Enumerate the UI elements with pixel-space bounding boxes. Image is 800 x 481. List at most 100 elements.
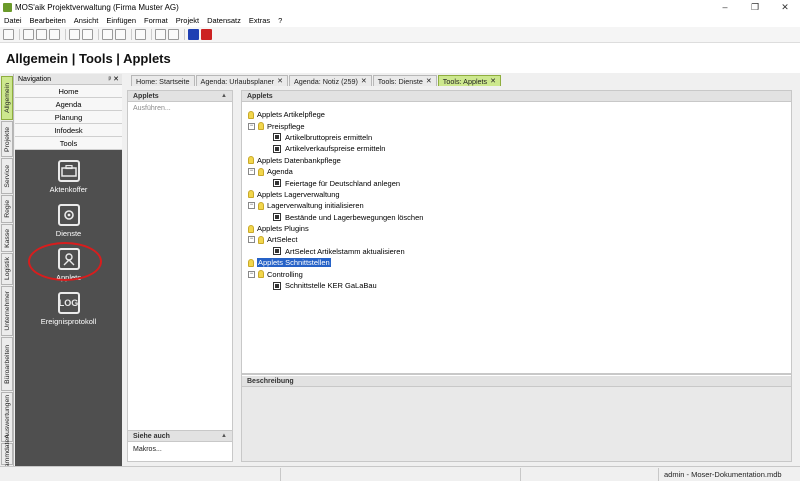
tree-node-label: Agenda [267,167,293,177]
menu-einfuegen[interactable]: Einfügen [106,16,136,25]
menu-ansicht[interactable]: Ansicht [74,16,99,25]
print-preview-icon[interactable] [36,29,47,40]
tree-node-folder[interactable]: − Agenda [242,166,791,177]
context-panel: Applets ▲ Ausführen... Siehe auch ▲ Makr… [127,90,233,462]
tab-home-startseite[interactable]: Home: Startseite [131,75,195,86]
module-tab-service[interactable]: Service [1,158,13,194]
tree-node-label: ArtSelect [267,235,298,245]
menu-projekt[interactable]: Projekt [176,16,199,25]
close-tab-icon[interactable]: ✕ [490,77,496,85]
close-tab-icon[interactable]: ✕ [361,77,367,85]
module-tab-regie[interactable]: Regie [1,195,13,223]
collapse-icon[interactable]: − [248,122,255,130]
bulb-icon [258,270,264,279]
collapse-icon[interactable]: − [248,236,255,244]
tree-node-applet[interactable]: Bestände und Lagerbewegungen löschen [242,212,791,223]
module-tabs: Allgemein Projekte Service Regie Kasse L… [0,74,14,473]
menu-help[interactable]: ? [278,16,282,25]
tab-tools-applets[interactable]: Tools: Applets ✕ [437,75,502,86]
macros-link[interactable]: Makros... [128,442,232,457]
nav-button-planung[interactable]: Planung [15,111,122,124]
bulb-icon [258,167,264,176]
tree-node-folder[interactable]: − ArtSelect [242,234,791,245]
run-action-link[interactable]: Ausführen... [128,102,232,115]
menu-datei[interactable]: Datei [4,16,22,25]
see-also-title: Siehe auch [133,432,170,440]
tree-node-folder[interactable]: − Lagerverwaltung initialisieren [242,200,791,211]
nav-button-tools[interactable]: Tools [15,137,122,150]
tab-tools-dienste[interactable]: Tools: Dienste ✕ [372,75,437,86]
nav-item-aktenkoffer[interactable]: Aktenkoffer [15,160,122,194]
tree-node-applet[interactable]: ArtSelect Artikelstamm aktualisieren [242,246,791,257]
menu-extras[interactable]: Extras [249,16,270,25]
new-icon[interactable] [3,29,14,40]
maximize-button[interactable]: ❐ [740,0,770,14]
tree-node-folder[interactable]: Applets Plugins [242,223,791,234]
tree-node-label: Feiertage für Deutschland anlegen [285,178,401,188]
module-tab-kasse[interactable]: Kasse [1,224,13,252]
tree-node-label: Applets Artikelpflege [257,110,325,120]
collapse-icon[interactable]: − [248,168,255,176]
menu-bearbeiten[interactable]: Bearbeiten [30,16,66,25]
applets-panel: Applets Applets Artikelpflege − Preispfle… [241,90,792,462]
bulb-icon [248,258,254,267]
delete-icon[interactable] [155,29,166,40]
collapse-arrow-icon[interactable]: ▲ [221,433,227,439]
toolbar-separator [65,29,66,40]
applets-panel-header: Applets [242,91,791,102]
tree-node-folder[interactable]: Applets Lagerverwaltung [242,189,791,200]
user-red-icon[interactable] [201,29,212,40]
tree-node-label: ArtSelect Artikelstamm aktualisieren [285,246,405,256]
module-tab-projekte[interactable]: Projekte [1,121,13,157]
refresh-icon[interactable] [168,29,179,40]
toolbar-separator [184,29,185,40]
close-button[interactable]: ✕ [770,0,800,14]
tree-node-folder[interactable]: − Preispflege [242,120,791,131]
tree-node-folder-selected[interactable]: Applets Schnittstellen [242,257,791,268]
menu-format[interactable]: Format [144,16,168,25]
email-icon[interactable] [49,29,60,40]
tab-agenda-urlaubsplaner[interactable]: Agenda: Urlaubsplaner ✕ [195,75,288,86]
briefcase-icon [57,160,80,182]
tree-node-applet[interactable]: Artikelverkaufspreise ermitteln [242,143,791,154]
tab-agenda-notiz[interactable]: Agenda: Notiz (259) ✕ [288,75,372,86]
tab-label: Agenda: Notiz (259) [293,76,358,86]
nav-item-ereignisprotokoll[interactable]: LOG Ereignisprotokoll [15,292,122,326]
tree-node-label: Applets Plugins [257,224,309,234]
tree-node-folder[interactable]: − Controlling [242,268,791,279]
nav-button-infodesk[interactable]: Infodesk [15,124,122,137]
module-tab-unternehmer[interactable]: Unternehmer [1,286,13,336]
window-controls: – ❐ ✕ [710,0,800,14]
collapse-icon[interactable]: − [248,270,255,278]
arrow-up-icon[interactable] [102,29,113,40]
tree-node-folder[interactable]: Applets Artikelpflege [242,109,791,120]
module-tab-bueroarbeiten[interactable]: Büroarbeiten [1,337,13,391]
print-icon[interactable] [23,29,34,40]
tree-node-applet[interactable]: Artikelbruttopreis ermitteln [242,132,791,143]
description-header: Beschreibung [242,376,791,387]
user-blue-icon[interactable] [188,29,199,40]
minimize-button[interactable]: – [710,0,740,14]
toolbar-separator [98,29,99,40]
module-tab-logistik[interactable]: Logistik [1,253,13,285]
undo-icon[interactable] [69,29,80,40]
tree-node-folder[interactable]: Applets Datenbankpflege [242,155,791,166]
nav-item-dienste[interactable]: Dienste [15,204,122,238]
arrow-down-icon[interactable] [115,29,126,40]
search-icon[interactable] [135,29,146,40]
module-tab-allgemein[interactable]: Allgemein [1,76,13,120]
collapse-arrow-icon[interactable]: ▲ [221,93,227,99]
title-bar: MOS'aik Projektverwaltung (Firma Muster … [0,0,800,14]
navigation-pin-close[interactable]: ᵖ ✕ [109,75,119,83]
menu-datensatz[interactable]: Datensatz [207,16,241,25]
tab-label: Tools: Dienste [377,76,423,86]
collapse-icon[interactable]: − [248,202,255,210]
tree-node-applet[interactable]: Schnittstelle KER GaLaBau [242,280,791,291]
tree-node-applet[interactable]: Feiertage für Deutschland anlegen [242,177,791,188]
nav-button-home[interactable]: Home [15,85,122,98]
nav-button-agenda[interactable]: Agenda [15,98,122,111]
close-tab-icon[interactable]: ✕ [277,77,283,85]
redo-icon[interactable] [82,29,93,40]
close-tab-icon[interactable]: ✕ [426,77,432,85]
module-tab-stammdaten[interactable]: Stammdaten [1,435,13,473]
